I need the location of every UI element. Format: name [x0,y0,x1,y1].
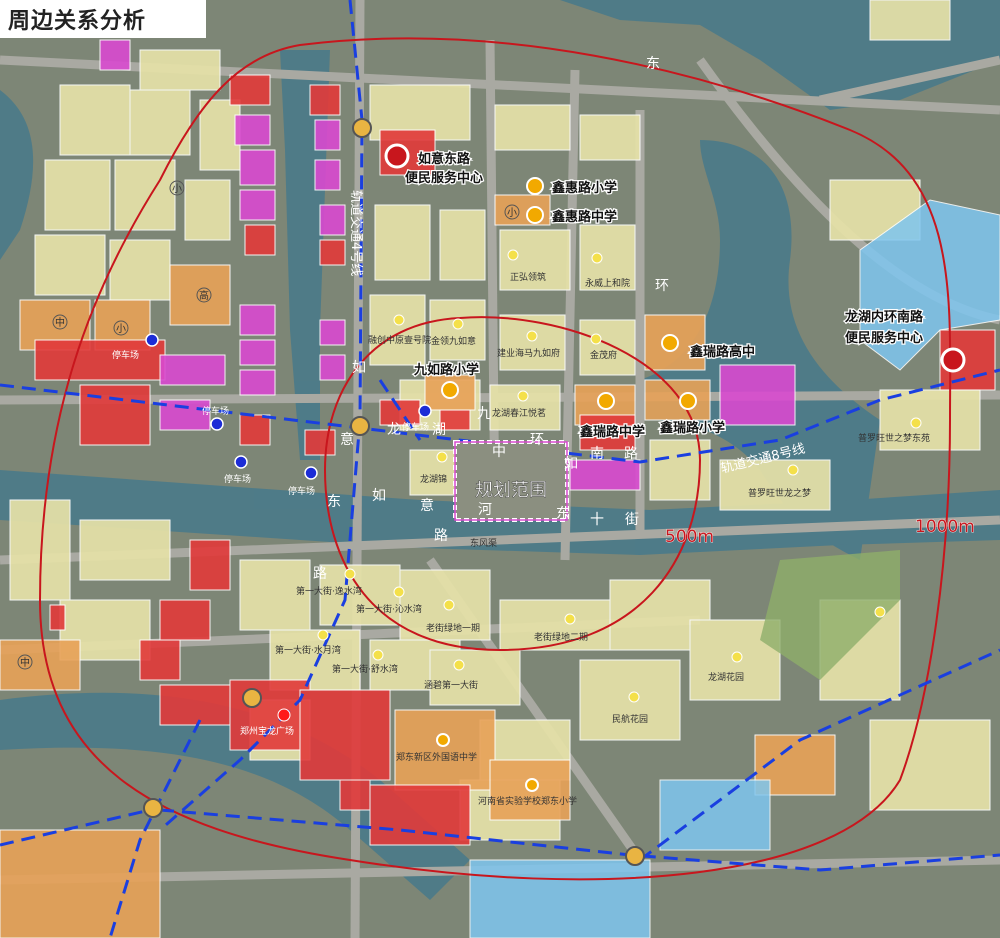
svg-text:小: 小 [172,183,182,195]
svg-text:东: 东 [556,506,570,522]
svg-text:停车场: 停车场 [402,421,429,433]
metro-station-marker [352,118,372,138]
metro-station-marker [242,688,262,708]
svg-text:停车场: 停车场 [224,473,251,485]
svg-text:普罗旺世龙之梦: 普罗旺世龙之梦 [748,487,811,499]
parking-marker [418,404,432,418]
svg-text:湖: 湖 [432,422,446,438]
service-center-marker [384,143,410,169]
svg-text:如意东路: 如意东路 [418,151,471,167]
school-marker [597,392,615,410]
svg-text:九: 九 [477,406,491,422]
svg-text:河: 河 [478,502,492,518]
school-label: 鑫惠路小学 [551,180,617,196]
school-marker [526,177,544,195]
svg-text:正弘领筑: 正弘领筑 [510,271,546,283]
svg-text:老街绿地一期: 老街绿地一期 [426,622,480,634]
svg-text:停车场: 停车场 [202,405,229,417]
svg-text:郑州宝龙广场: 郑州宝龙广场 [240,725,294,737]
svg-text:普罗旺世之梦东苑: 普罗旺世之梦东苑 [858,432,930,444]
svg-text:街: 街 [625,512,639,528]
metro-line-4-label: 轨道交通4号线 [348,190,364,276]
svg-text:路: 路 [434,528,448,544]
svg-text:龙湖花园: 龙湖花园 [708,671,744,683]
svg-text:停车场: 停车场 [112,349,139,361]
school-marker [441,381,459,399]
svg-text:融创中原壹号院: 融创中原壹号院 [368,334,431,346]
svg-text:环: 环 [530,432,544,448]
school-label: 鑫瑞路小学 [659,420,725,436]
svg-text:小: 小 [116,323,126,335]
svg-text:第一大街·逸水湾: 第一大街·逸水湾 [296,585,362,597]
svg-text:郑东新区外国语中学: 郑东新区外国语中学 [396,751,477,763]
svg-text:南: 南 [590,446,604,462]
site-label: 规划范围 [475,480,547,501]
svg-text:建业海马九如府: 建业海马九如府 [497,347,560,359]
svg-text:永威上和院: 永威上和院 [585,277,630,289]
svg-text:东: 东 [327,494,341,510]
svg-text:民航花园: 民航花园 [612,713,648,725]
parking-marker [145,333,159,347]
svg-text:十: 十 [590,512,604,528]
school-label: 九如路小学 [413,362,479,378]
svg-text:第一大街·水月湾: 第一大街·水月湾 [275,644,341,656]
svg-text:如: 如 [352,360,366,376]
svg-text:中: 中 [492,444,506,460]
school-label: 鑫瑞路中学 [579,424,645,440]
svg-text:高: 高 [199,289,209,302]
school-label: 鑫惠路中学 [551,209,617,225]
page-title: 周边关系分析 [0,0,206,38]
svg-text:小: 小 [507,207,517,219]
svg-text:意: 意 [420,497,434,514]
svg-text:路: 路 [624,446,638,462]
parking-marker [304,466,318,480]
svg-text:龙: 龙 [387,422,401,438]
svg-text:路: 路 [313,566,327,582]
svg-text:河南省实验学校郑东小学: 河南省实验学校郑东小学 [478,795,577,807]
svg-text:中: 中 [55,316,65,329]
svg-text:老街绿地二期: 老街绿地二期 [534,631,588,643]
svg-text:环: 环 [655,278,669,294]
svg-text:东: 东 [646,56,660,72]
site-boundary: 规划范围 [453,440,569,522]
svg-text:龙湖春江悦茗: 龙湖春江悦茗 [492,407,546,419]
parking-marker [234,455,248,469]
svg-text:东风渠: 东风渠 [470,537,497,549]
commercial-marker [277,708,291,722]
ring-1000m-label: 1000m [915,517,975,537]
school-marker [526,206,544,224]
svg-text:第一大街·沁水湾: 第一大街·沁水湾 [356,603,422,615]
school-marker [525,778,539,792]
svg-text:便民服务中心: 便民服务中心 [845,330,923,346]
school-marker [661,334,679,352]
service-center-marker [940,347,966,373]
svg-text:龙湖内环南路: 龙湖内环南路 [845,309,924,325]
svg-text:金茂府: 金茂府 [590,349,617,361]
svg-text:如: 如 [564,456,578,472]
ring-500m-label: 500m [665,527,714,547]
site-analysis-map: 规划范围 500m 1000m 轨道交通4号线 轨道交通8号线 如意东路 便民服… [0,0,1000,938]
school-label: 鑫瑞路高中 [689,344,755,360]
svg-text:金领九如意: 金领九如意 [431,335,476,347]
svg-text:便民服务中心: 便民服务中心 [405,170,483,186]
svg-text:停车场: 停车场 [288,485,315,497]
svg-text:涵碧第一大街: 涵碧第一大街 [424,679,478,691]
parking-marker [210,417,224,431]
school-marker [679,392,697,410]
metro-station-marker [625,846,645,866]
metro-station-marker [143,798,163,818]
svg-text:中: 中 [20,656,30,669]
svg-text:龙湖锦: 龙湖锦 [420,473,447,485]
svg-text:第一大街·舒水湾: 第一大街·舒水湾 [332,663,398,675]
svg-text:如: 如 [372,488,386,504]
school-marker [436,733,450,747]
svg-text:意: 意 [340,431,354,448]
